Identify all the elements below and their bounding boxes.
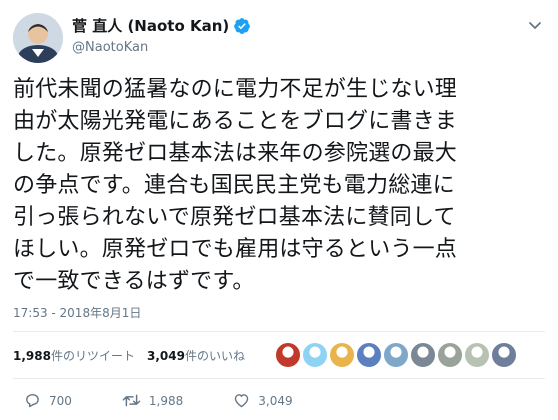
like-button[interactable]: 3,049 [233, 392, 293, 409]
reply-button[interactable]: 700 [24, 392, 72, 409]
tweet-actions: 700 1,988 3,049 [24, 392, 343, 409]
liker-avatar[interactable] [356, 342, 382, 368]
divider [13, 331, 545, 332]
retweet-count: 1,988 [148, 393, 184, 408]
retweet-icon [122, 394, 141, 407]
tweet-text: 前代未聞の猛暑なのに電力不足が生じない理 由が太陽光発電にあることをブログに書き… [13, 77, 458, 294]
tweet-stats: 1,988 件のリツイート 3,049 件のいいね [13, 347, 245, 364]
author-name-row[interactable]: 菅 直人 (Naoto Kan) [72, 15, 251, 36]
like-count: 3,049 [258, 393, 293, 408]
retweets-label[interactable]: 件のリツイート [51, 347, 135, 364]
tweet-card: 菅 直人 (Naoto Kan) @NaotoKan 前代未聞の猛暑なのに電力不… [0, 0, 558, 420]
reply-icon [26, 394, 39, 408]
liker-avatar[interactable] [302, 342, 328, 368]
reply-count: 700 [49, 393, 72, 408]
retweets-count[interactable]: 1,988 [13, 349, 51, 363]
liker-avatars [275, 342, 518, 368]
author-display-name[interactable]: 菅 直人 (Naoto Kan) [72, 15, 229, 36]
liker-avatar[interactable] [464, 342, 490, 368]
liker-avatar[interactable] [275, 342, 301, 368]
verified-badge-icon [233, 17, 251, 35]
author-avatar[interactable] [13, 13, 63, 63]
likes-count[interactable]: 3,049 [147, 349, 185, 363]
liker-avatar[interactable] [329, 342, 355, 368]
likes-label[interactable]: 件のいいね [185, 347, 245, 364]
liker-avatar[interactable] [410, 342, 436, 368]
author-handle[interactable]: @NaotoKan [72, 40, 148, 55]
chevron-down-icon[interactable] [526, 16, 544, 34]
liker-avatar[interactable] [437, 342, 463, 368]
liker-avatar[interactable] [491, 342, 517, 368]
profile-photo-icon [13, 13, 63, 63]
heart-icon [235, 394, 249, 408]
retweet-button[interactable]: 1,988 [122, 392, 183, 409]
divider [13, 378, 545, 379]
liker-avatar[interactable] [383, 342, 409, 368]
tweet-timestamp[interactable]: 17:53 - 2018年8月1日 [13, 304, 141, 321]
